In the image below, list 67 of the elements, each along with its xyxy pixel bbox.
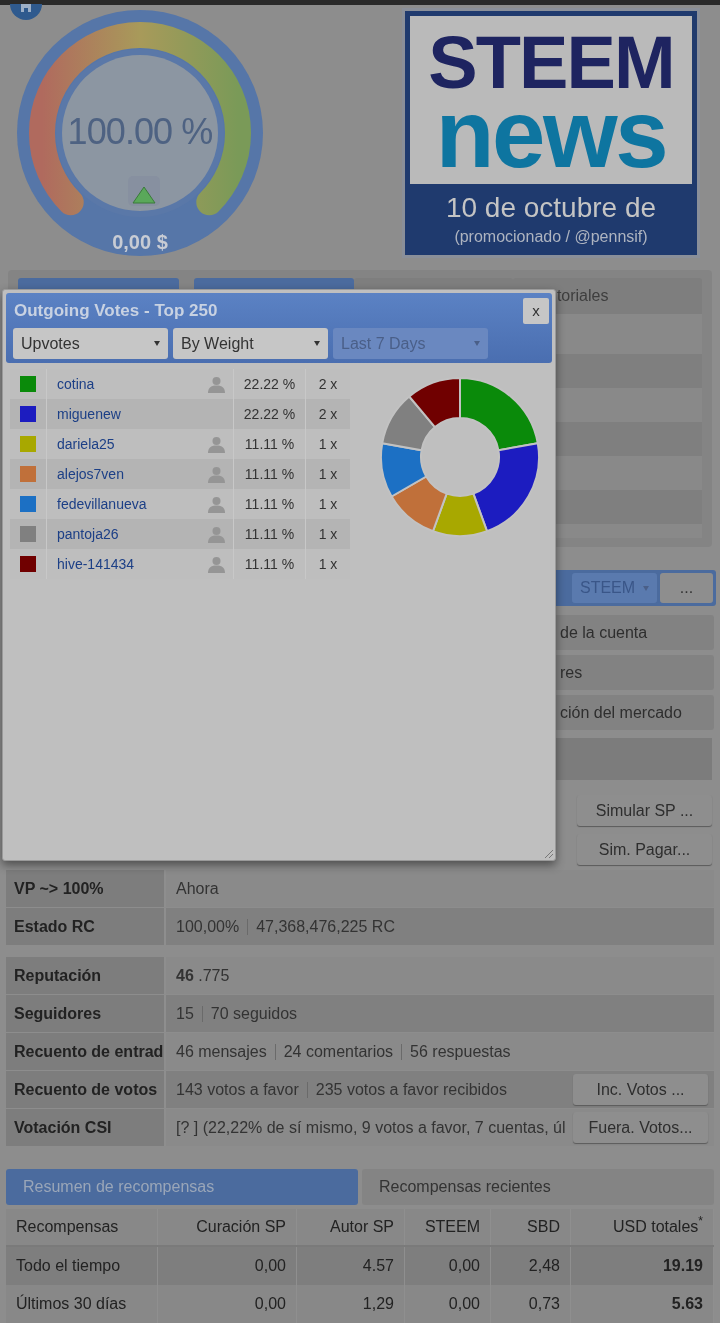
row-value: 143 votos a favor — [176, 1079, 299, 1100]
caret-icon — [154, 341, 160, 346]
row-value: [? ] (22,22% de sí mismo, 9 votos a favor, 7 cuentas, úl — [176, 1117, 566, 1138]
count-cell-text: 1 x — [317, 464, 339, 484]
column-header: Recompensas — [6, 1209, 158, 1245]
account-link[interactable]: hive-141434 — [57, 553, 135, 575]
row-value: 56 respuestas — [410, 1041, 511, 1062]
account-link[interactable]: pantoja26 — [57, 523, 119, 545]
row-label: Recuento de entrad — [6, 1033, 164, 1070]
row-value: 100,00% — [176, 916, 240, 937]
count-cell-text: 2 x — [317, 404, 339, 424]
account-link[interactable]: cotina — [57, 373, 95, 395]
news-banner[interactable]: STEEM news 10 de octubre de (promocionado / @pennsif) — [402, 8, 700, 258]
count-cell-text: 1 x — [317, 524, 339, 544]
table-cell: 0,00 — [405, 1285, 491, 1323]
row-value: 46 .775 — [176, 965, 230, 986]
column-header: USD totales$^{*}$ — [571, 1209, 714, 1245]
filter-dropdown[interactable]: Upvotes — [13, 328, 168, 359]
row-value: 24 comentarios — [283, 1041, 394, 1062]
row-label: Votación CSI — [6, 1109, 164, 1146]
count-cell-text: 1 x — [317, 554, 339, 574]
banner-caption: (promocionado / @pennsif) — [454, 227, 648, 247]
account-link[interactable]: alejos7ven — [57, 463, 124, 485]
column-header: SBD — [491, 1209, 571, 1245]
account-link[interactable]: miguenew — [57, 403, 121, 425]
tab-label: toriales — [556, 286, 609, 306]
gauge-value: 0,00 $ — [111, 232, 169, 252]
row-value: 47,368,476,225 RC — [256, 916, 395, 937]
gauge-percent: 100.00 % — [66, 114, 214, 150]
row-value: 235 votos a favor recibidos — [315, 1079, 507, 1100]
column-header: STEEM — [405, 1209, 491, 1245]
caret-icon — [643, 585, 649, 591]
count-cell-text: 2 x — [317, 374, 339, 394]
table-cell: 0,73 — [491, 1285, 571, 1323]
table-cell: 5.63 — [571, 1285, 714, 1323]
row-value: 15 — [176, 1003, 194, 1024]
tab[interactable]: Recompensas recientes — [362, 1169, 714, 1205]
close-button[interactable]: x — [523, 298, 549, 324]
filter-dropdown[interactable]: By Weight — [173, 328, 328, 359]
column-header: Autor SP — [297, 1209, 405, 1245]
banner-date: 10 de octubre de — [445, 191, 657, 225]
table-cell: 0,00 — [158, 1285, 297, 1323]
caret-icon — [474, 341, 480, 346]
votes-button[interactable]: Inc. Votos ... — [573, 1074, 708, 1105]
account-link[interactable]: fedevillanueva — [57, 493, 147, 515]
dialog-title: Outgoing Votes - Top 250 — [14, 300, 218, 323]
caret-icon — [314, 341, 320, 346]
table-cell: Últimos 30 días — [6, 1285, 158, 1323]
votes-button[interactable]: Fuera. Votos... — [573, 1112, 708, 1143]
up-triangle-icon — [132, 186, 156, 204]
row-value: Ahora — [176, 878, 219, 899]
row-label: VP ~> 100% — [6, 870, 164, 907]
row-label: Reputación — [6, 957, 164, 994]
resize-grip-icon — [545, 850, 553, 858]
column-header: Curación SP — [158, 1209, 297, 1245]
row-value: 46 mensajes — [176, 1041, 267, 1062]
logo-text: STEEM — [428, 28, 674, 99]
simulate-button[interactable]: Simular SP ... — [577, 795, 712, 826]
share-cell: 11.11 % — [234, 549, 306, 579]
count-cell-text: 1 x — [317, 494, 339, 514]
count-cell-text: 1 x — [317, 434, 339, 454]
row-value: 70 seguidos — [210, 1003, 298, 1024]
more-button[interactable]: ... — [660, 573, 713, 603]
logo-text: news — [435, 98, 667, 171]
simulate-button[interactable]: Sim. Pagar... — [577, 834, 712, 865]
account-link[interactable]: dariela25 — [57, 433, 115, 455]
table-cell: 1,29 — [297, 1285, 405, 1323]
